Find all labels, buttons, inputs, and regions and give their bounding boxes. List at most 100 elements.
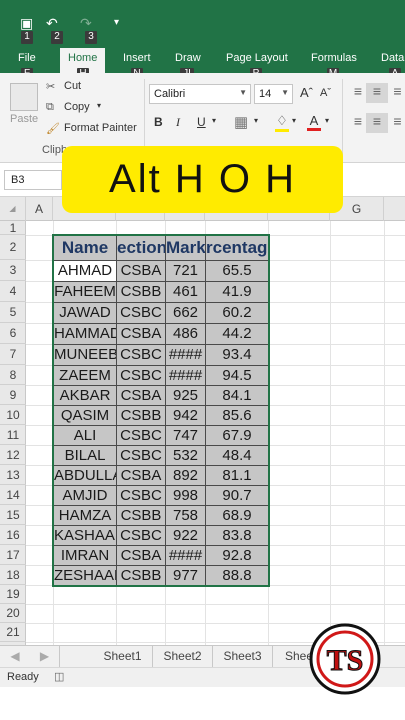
row-header-19[interactable]: 19 bbox=[0, 585, 26, 604]
table-cell[interactable]: 67.9 bbox=[205, 425, 269, 446]
table-cell[interactable]: AKBAR bbox=[53, 385, 117, 406]
increase-font-size-icon[interactable]: Aˆ bbox=[300, 85, 313, 100]
table-cell[interactable]: AMJID bbox=[53, 485, 117, 506]
format-painter-icon[interactable]: 🖌 bbox=[46, 122, 60, 135]
table-cell[interactable]: 998 bbox=[165, 485, 206, 506]
tab-data[interactable]: Data bbox=[381, 52, 404, 64]
table-cell[interactable]: CSBC bbox=[116, 344, 166, 366]
table-cell[interactable]: MUNEEB bbox=[53, 344, 117, 366]
table-cell[interactable]: CSBC bbox=[116, 485, 166, 506]
undo-icon[interactable]: ↶ bbox=[46, 16, 58, 30]
table-cell[interactable]: CSBB bbox=[116, 281, 166, 303]
borders-dropdown-icon[interactable]: ▾ bbox=[254, 116, 258, 125]
row-header-13[interactable]: 13 bbox=[0, 465, 26, 485]
table-cell[interactable]: 60.2 bbox=[205, 302, 269, 324]
row-header-9[interactable]: 9 bbox=[0, 385, 26, 405]
table-cell[interactable]: 461 bbox=[165, 281, 206, 303]
copy-icon[interactable]: ⧉ bbox=[46, 101, 54, 114]
table-cell[interactable]: CSBC bbox=[116, 365, 166, 386]
table-cell[interactable]: 977 bbox=[165, 565, 206, 586]
underline-dropdown-icon[interactable]: ▾ bbox=[212, 116, 216, 125]
table-cell[interactable]: FAHEEM bbox=[53, 281, 117, 303]
row-header-7[interactable]: 7 bbox=[0, 344, 26, 365]
table-cell[interactable]: 85.6 bbox=[205, 405, 269, 426]
align-top-icon[interactable]: ≡ bbox=[348, 83, 368, 103]
row-header-14[interactable]: 14 bbox=[0, 485, 26, 505]
decrease-font-size-icon[interactable]: Aˇ bbox=[320, 87, 331, 99]
row-header-18[interactable]: 18 bbox=[0, 565, 26, 585]
table-cell[interactable]: 44.2 bbox=[205, 323, 269, 345]
row-header-15[interactable]: 15 bbox=[0, 505, 26, 525]
sheet-tab-2[interactable]: Sheet2 bbox=[153, 646, 213, 667]
copy-dropdown-icon[interactable]: ▾ bbox=[97, 101, 101, 110]
cut-icon[interactable]: ✂ bbox=[46, 80, 55, 93]
fill-color-dropdown-icon[interactable]: ▾ bbox=[292, 116, 296, 125]
table-cell[interactable]: JAWAD bbox=[53, 302, 117, 324]
table-cell[interactable]: 532 bbox=[165, 445, 206, 466]
save-icon[interactable]: ▣ bbox=[20, 16, 33, 30]
row-header-1[interactable]: 1 bbox=[0, 221, 26, 235]
worksheet-grid[interactable]: ◢ABCDEFG 1234567891011121314151617181920… bbox=[0, 197, 405, 645]
table-cell[interactable]: IMRAN bbox=[53, 545, 117, 566]
table-cell[interactable]: 88.8 bbox=[205, 565, 269, 586]
italic-button[interactable]: I bbox=[176, 115, 180, 130]
row-header-20[interactable]: 20 bbox=[0, 604, 26, 623]
column-header-a[interactable]: A bbox=[26, 197, 53, 221]
name-box[interactable]: B3 bbox=[4, 170, 62, 190]
table-cell[interactable]: ABDULLAH bbox=[53, 465, 117, 486]
table-cell[interactable]: ZESHAAN bbox=[53, 565, 117, 586]
table-header-cell[interactable]: ection bbox=[116, 235, 166, 261]
table-cell[interactable]: CSBB bbox=[116, 405, 166, 426]
fill-color-icon[interactable]: ♢ bbox=[275, 113, 289, 132]
row-header-17[interactable]: 17 bbox=[0, 545, 26, 565]
row-header-8[interactable]: 8 bbox=[0, 365, 26, 385]
table-cell[interactable]: #### bbox=[165, 545, 206, 566]
tab-insert[interactable]: Insert bbox=[123, 52, 151, 64]
table-cell[interactable]: CSBB bbox=[116, 505, 166, 526]
row-header-6[interactable]: 6 bbox=[0, 323, 26, 344]
table-cell[interactable]: CSBC bbox=[116, 302, 166, 324]
table-cell[interactable]: 48.4 bbox=[205, 445, 269, 466]
copy-button[interactable]: Copy bbox=[64, 101, 90, 113]
table-cell[interactable]: CSBC bbox=[116, 525, 166, 546]
paste-button[interactable]: Paste bbox=[10, 113, 38, 125]
table-cell[interactable]: KASHAAN bbox=[53, 525, 117, 546]
table-cell[interactable]: 93.4 bbox=[205, 344, 269, 366]
sheet-tab-3[interactable]: Sheet3 bbox=[213, 646, 273, 667]
table-cell[interactable]: 81.1 bbox=[205, 465, 269, 486]
table-cell[interactable]: 41.9 bbox=[205, 281, 269, 303]
tab-page-layout[interactable]: Page Layout bbox=[226, 52, 288, 64]
row-header-16[interactable]: 16 bbox=[0, 525, 26, 545]
sheet-tab-1[interactable]: Sheet1 bbox=[93, 646, 153, 667]
table-cell[interactable]: 84.1 bbox=[205, 385, 269, 406]
bold-button[interactable]: B bbox=[154, 115, 163, 129]
table-cell[interactable]: CSBA bbox=[116, 545, 166, 566]
table-cell[interactable]: 922 bbox=[165, 525, 206, 546]
align-middle-icon[interactable]: ≡ bbox=[366, 83, 388, 103]
table-cell[interactable]: 90.7 bbox=[205, 485, 269, 506]
table-cell[interactable]: 747 bbox=[165, 425, 206, 446]
table-cell[interactable]: 486 bbox=[165, 323, 206, 345]
scroll-left-icon[interactable]: ◀ bbox=[0, 646, 30, 667]
table-cell[interactable]: 721 bbox=[165, 260, 206, 282]
table-cell[interactable]: AHMAD bbox=[53, 260, 117, 282]
table-cell[interactable]: 925 bbox=[165, 385, 206, 406]
font-color-dropdown-icon[interactable]: ▾ bbox=[325, 116, 329, 125]
table-header-cell[interactable]: Name bbox=[53, 235, 117, 261]
table-cell[interactable]: ZAEEM bbox=[53, 365, 117, 386]
row-header-10[interactable]: 10 bbox=[0, 405, 26, 425]
table-cell[interactable]: 68.9 bbox=[205, 505, 269, 526]
table-cell[interactable]: CSBA bbox=[116, 385, 166, 406]
scroll-right-icon[interactable]: ▶ bbox=[30, 646, 60, 667]
table-cell[interactable]: 65.5 bbox=[205, 260, 269, 282]
align-left-icon[interactable]: ≡ bbox=[348, 113, 368, 133]
table-cell[interactable]: 942 bbox=[165, 405, 206, 426]
font-color-icon[interactable]: A bbox=[307, 113, 321, 131]
table-cell[interactable]: 758 bbox=[165, 505, 206, 526]
tab-draw[interactable]: Draw bbox=[175, 52, 201, 64]
table-cell[interactable]: CSBB bbox=[116, 565, 166, 586]
table-cell[interactable]: ALI bbox=[53, 425, 117, 446]
table-cell[interactable]: 94.5 bbox=[205, 365, 269, 386]
borders-icon[interactable]: ▦ bbox=[234, 113, 248, 131]
table-cell[interactable]: #### bbox=[165, 344, 206, 366]
